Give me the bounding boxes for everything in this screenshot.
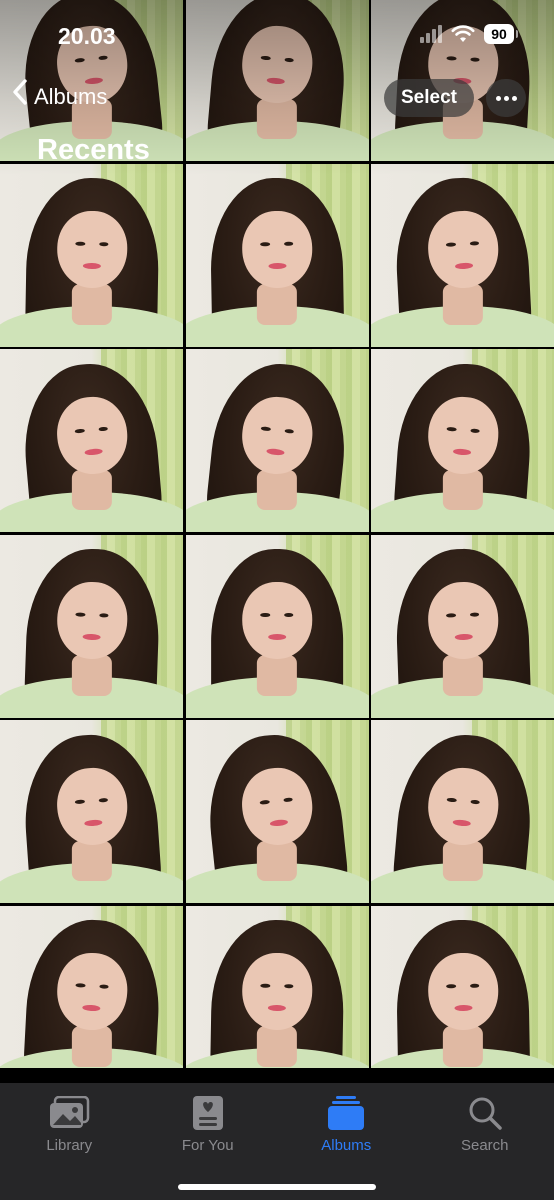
photo-thumbnail[interactable] [371, 720, 554, 903]
back-button[interactable]: Albums [12, 79, 108, 111]
tab-label: Search [460, 1137, 509, 1154]
tab-for-you[interactable]: For You [139, 1083, 278, 1200]
select-button[interactable]: Select [384, 79, 474, 117]
tab-label: For You [181, 1137, 234, 1154]
home-indicator [178, 1184, 376, 1190]
library-icon [47, 1091, 91, 1135]
photo-thumbnail[interactable] [371, 349, 554, 532]
photo-thumbnail[interactable] [371, 905, 554, 1068]
photo-thumbnail[interactable] [185, 720, 369, 903]
for-you-icon [186, 1091, 230, 1135]
photo-thumbnail[interactable] [371, 534, 554, 718]
photo-thumbnail[interactable] [0, 720, 183, 903]
tab-label: Library [46, 1137, 93, 1154]
status-icons: 90 [420, 24, 518, 44]
tab-bar: Library For You Albums Search [0, 1083, 554, 1200]
ellipsis-icon [495, 95, 501, 101]
tab-albums[interactable]: Albums [277, 1083, 416, 1200]
photo-thumbnail[interactable] [371, 163, 554, 347]
tab-search[interactable]: Search [416, 1083, 554, 1200]
cellular-signal-icon [420, 25, 442, 43]
tab-label: Albums [321, 1137, 372, 1154]
photo-thumbnail[interactable] [0, 163, 183, 347]
chevron-left-icon [12, 79, 28, 111]
albums-icon [324, 1091, 368, 1135]
status-time: 20.03 [58, 23, 116, 49]
page-title: Recents [37, 134, 150, 166]
photo-thumbnail[interactable] [185, 534, 369, 718]
photo-thumbnail[interactable] [185, 349, 369, 532]
back-label: Albums [34, 83, 108, 109]
photo-thumbnail[interactable] [0, 534, 183, 718]
battery-icon: 90 [484, 24, 518, 44]
photo-thumbnail[interactable] [0, 905, 183, 1068]
search-icon [463, 1091, 507, 1135]
more-button[interactable] [486, 79, 526, 117]
photo-thumbnail[interactable] [0, 349, 183, 532]
photo-thumbnail[interactable] [185, 163, 369, 347]
photo-thumbnail[interactable] [185, 905, 369, 1068]
wifi-icon [451, 25, 475, 42]
tab-library[interactable]: Library [0, 1083, 139, 1200]
